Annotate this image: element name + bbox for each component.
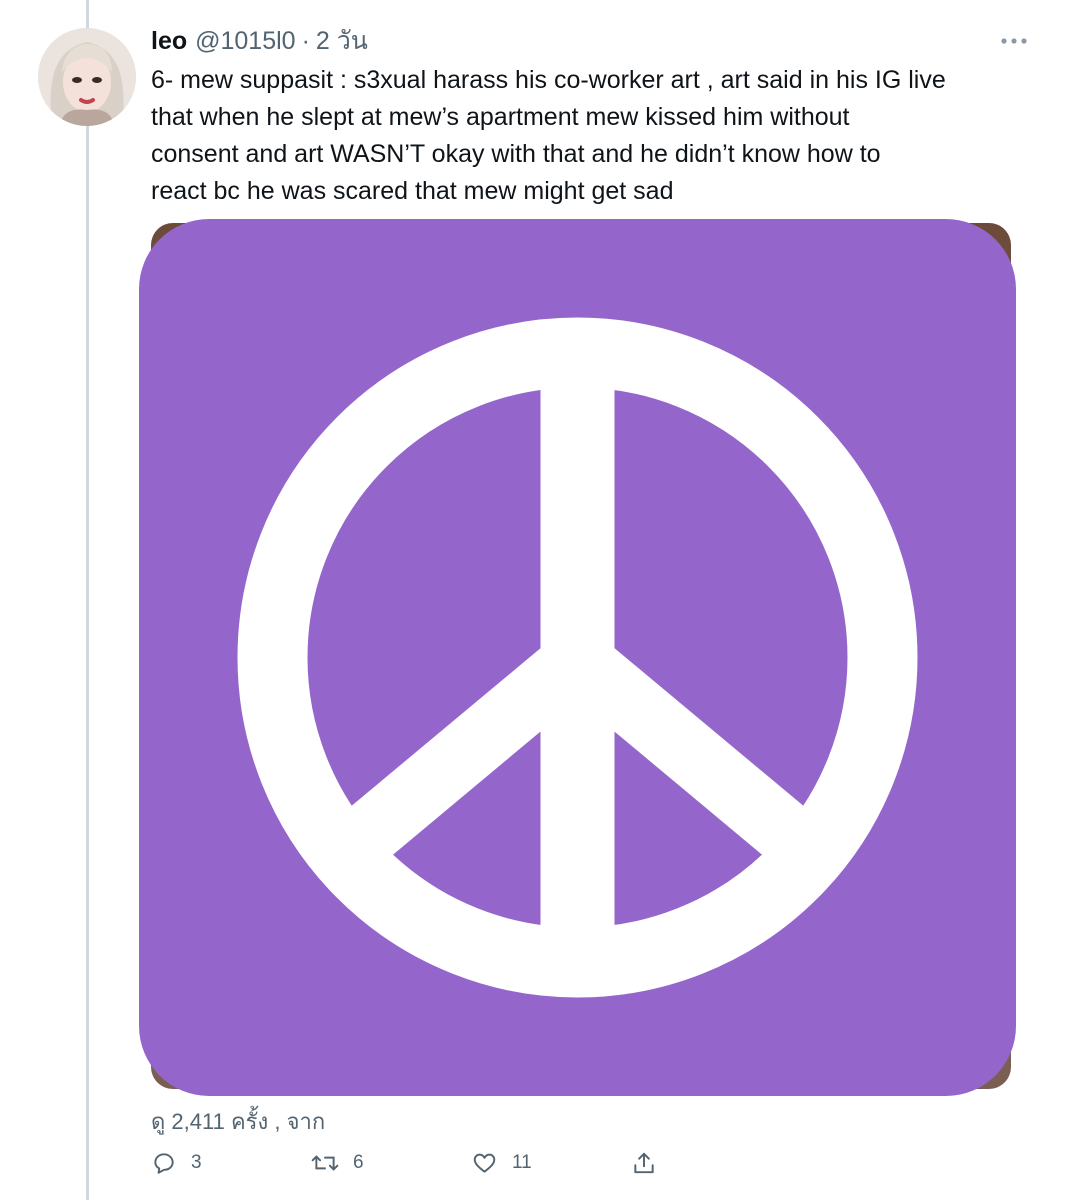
views-suffix: ครั้ง , จาก bbox=[230, 1109, 326, 1134]
timestamp[interactable]: 2 วัน bbox=[316, 21, 368, 61]
tweet-text-line: 6- mew suppasit : s3xual harass his co-w… bbox=[151, 66, 946, 94]
reply-count: 3 bbox=[191, 1152, 202, 1173]
peace-symbol-icon bbox=[139, 219, 1016, 1096]
like-button[interactable]: 11 bbox=[471, 1143, 532, 1183]
heart-icon bbox=[471, 1150, 498, 1176]
separator-dot: · bbox=[301, 26, 310, 55]
share-icon bbox=[631, 1150, 657, 1176]
tweet-text-line: consent and art WASN’T okay with that an… bbox=[151, 140, 881, 168]
views-number: 2,411 bbox=[171, 1109, 225, 1134]
more-horizontal-icon[interactable] bbox=[999, 34, 1029, 48]
thread-line bbox=[86, 0, 89, 1200]
tweet-actions: 3 6 11 bbox=[151, 1143, 1011, 1183]
reply-icon bbox=[151, 1150, 177, 1176]
display-name[interactable]: leo bbox=[151, 27, 187, 56]
views-prefix: ดู bbox=[151, 1109, 166, 1134]
tweet-text-line: that when he slept at mew’s apartment me… bbox=[151, 103, 850, 131]
reply-button[interactable]: 3 bbox=[151, 1143, 202, 1183]
tweet-text-line: react bc he was scared that mew might ge… bbox=[151, 177, 674, 205]
share-button[interactable] bbox=[631, 1143, 657, 1183]
view-count: ดู 2,411 ครั้ง , จาก bbox=[151, 1104, 325, 1139]
tweet-text: 6- mew suppasit : s3xual harass his co-w… bbox=[151, 62, 1031, 210]
user-handle[interactable]: @1015l0 bbox=[195, 27, 295, 56]
retweet-count: 6 bbox=[353, 1152, 364, 1173]
tweet-header: leo @1015l0 · 2 วัน bbox=[151, 24, 368, 58]
retweet-icon bbox=[311, 1150, 339, 1176]
avatar[interactable] bbox=[38, 28, 136, 126]
avatar-image bbox=[38, 28, 136, 126]
like-count: 11 bbox=[512, 1152, 532, 1173]
retweet-button[interactable]: 6 bbox=[311, 1143, 364, 1183]
